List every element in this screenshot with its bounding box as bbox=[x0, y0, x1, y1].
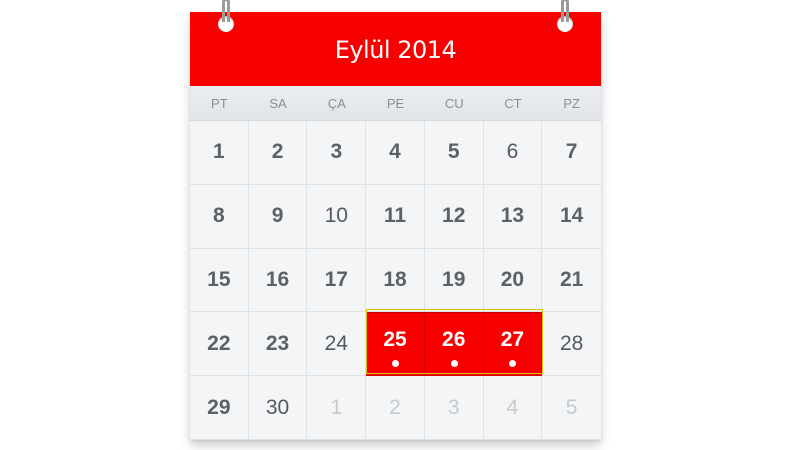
day-cell[interactable]: 10 bbox=[307, 184, 367, 249]
weekday-label: ÇA bbox=[327, 95, 346, 111]
day-number: 6 bbox=[506, 140, 519, 164]
day-number: 25 bbox=[383, 328, 407, 352]
day-number: 4 bbox=[389, 140, 401, 164]
day-number: 2 bbox=[389, 395, 401, 419]
day-number: 27 bbox=[500, 328, 525, 352]
day-cell[interactable]: 13 bbox=[483, 184, 543, 249]
day-number: 24 bbox=[324, 331, 348, 355]
day-number: 30 bbox=[265, 395, 290, 419]
day-cell[interactable]: 12 bbox=[424, 184, 484, 249]
day-cell[interactable]: 28 bbox=[542, 312, 601, 377]
day-cell[interactable]: 1 bbox=[190, 121, 249, 185]
day-number: 7 bbox=[565, 140, 578, 164]
weekday-label: CT bbox=[504, 95, 522, 111]
day-cell[interactable]: 9 bbox=[248, 184, 308, 249]
day-cell-event[interactable]: 27 bbox=[483, 312, 543, 377]
day-cell[interactable]: 30 bbox=[248, 376, 308, 440]
day-number: 26 bbox=[442, 328, 466, 352]
day-number: 1 bbox=[330, 395, 343, 419]
day-number: 13 bbox=[500, 204, 525, 228]
day-number: 11 bbox=[383, 204, 407, 228]
day-cell-event[interactable]: 25 bbox=[366, 312, 425, 377]
day-cell[interactable]: 2 bbox=[248, 121, 308, 185]
month-title: Eylül 2014 bbox=[334, 36, 457, 64]
day-cell[interactable]: 3 bbox=[424, 376, 484, 440]
day-number: 2 bbox=[271, 140, 284, 164]
day-number: 18 bbox=[383, 267, 407, 291]
day-cell[interactable]: 18 bbox=[366, 248, 425, 313]
day-number: 17 bbox=[324, 267, 348, 291]
day-cell[interactable]: 16 bbox=[248, 248, 308, 313]
day-number: 5 bbox=[565, 395, 578, 419]
day-cell[interactable]: 15 bbox=[190, 248, 249, 313]
day-cell[interactable]: 24 bbox=[307, 312, 367, 377]
day-number: 23 bbox=[265, 331, 290, 355]
day-number: 1 bbox=[213, 140, 225, 164]
day-number: 15 bbox=[207, 267, 231, 291]
event-dot-icon bbox=[450, 360, 458, 368]
day-cell[interactable]: 19 bbox=[424, 248, 484, 313]
day-number: 19 bbox=[442, 267, 466, 291]
day-number: 28 bbox=[559, 331, 584, 355]
day-cell[interactable]: 7 bbox=[542, 121, 601, 185]
day-number: 3 bbox=[330, 140, 343, 164]
day-number: 22 bbox=[207, 331, 231, 355]
calendar-widget: Eylül 2014 PT SA ÇA PE CU CT PZ 12345678… bbox=[190, 0, 601, 440]
day-cell[interactable]: 3 bbox=[307, 121, 367, 185]
day-number: 10 bbox=[324, 204, 348, 228]
weekday-label: PE bbox=[386, 95, 405, 111]
day-number: 9 bbox=[271, 204, 284, 228]
day-number: 8 bbox=[213, 204, 225, 228]
day-grid: 1 2 3 4 5 6 7 8 9 10 11 12 13 14 15 16 17 18 19 20 21 22 23 24 2… bbox=[190, 121, 601, 440]
day-number: 14 bbox=[559, 204, 584, 228]
weekday-label: PT bbox=[211, 95, 228, 111]
day-cell[interactable]: 20 bbox=[483, 248, 543, 313]
day-number: 20 bbox=[500, 267, 525, 291]
day-cell[interactable]: 5 bbox=[424, 121, 484, 185]
day-cell[interactable]: 21 bbox=[542, 248, 601, 313]
weekday-label: SA bbox=[269, 95, 287, 111]
day-cell-event[interactable]: 26 bbox=[424, 312, 484, 377]
day-number: 21 bbox=[559, 267, 584, 291]
day-cell[interactable]: 4 bbox=[366, 121, 425, 185]
day-cell[interactable]: 8 bbox=[190, 184, 249, 249]
day-number: 4 bbox=[506, 395, 519, 419]
day-number: 29 bbox=[207, 395, 231, 419]
day-cell[interactable]: 11 bbox=[366, 184, 425, 249]
day-number: 16 bbox=[265, 267, 290, 291]
event-dot-icon bbox=[391, 360, 399, 368]
day-cell[interactable]: 4 bbox=[483, 376, 543, 440]
day-cell[interactable]: 22 bbox=[190, 312, 249, 377]
day-cell[interactable]: 2 bbox=[366, 376, 425, 440]
day-cell[interactable]: 6 bbox=[483, 121, 543, 185]
day-cell[interactable]: 1 bbox=[307, 376, 367, 440]
calendar-stage: Eylül 2014 PT SA ÇA PE CU CT PZ 12345678… bbox=[0, 0, 800, 450]
day-cell[interactable]: 14 bbox=[542, 184, 601, 249]
event-dot-icon bbox=[509, 360, 517, 368]
calendar-header: Eylül 2014 bbox=[190, 0, 601, 86]
day-cell[interactable]: 29 bbox=[190, 376, 249, 440]
weekday-header-row: PT SA ÇA PE CU CT PZ bbox=[190, 86, 601, 121]
day-cell[interactable]: 17 bbox=[307, 248, 367, 313]
day-number: 3 bbox=[447, 395, 460, 419]
binding-ring-right-icon bbox=[561, 0, 569, 22]
day-cell[interactable]: 23 bbox=[248, 312, 308, 377]
weekday-label: PZ bbox=[563, 95, 580, 111]
weekday-label: CU bbox=[444, 95, 464, 111]
day-number: 12 bbox=[442, 204, 466, 228]
day-number: 5 bbox=[447, 140, 460, 164]
day-cell[interactable]: 5 bbox=[542, 376, 601, 440]
binding-ring-left-icon bbox=[222, 0, 230, 22]
